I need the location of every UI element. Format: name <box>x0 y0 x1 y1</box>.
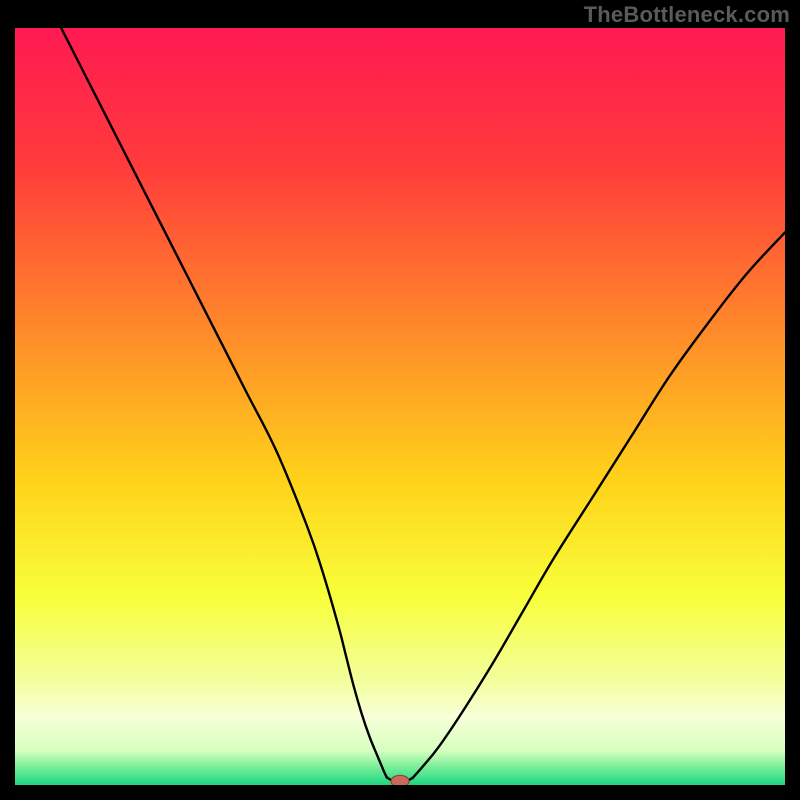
bottleneck-chart <box>15 28 785 785</box>
watermark-text: TheBottleneck.com <box>584 2 790 28</box>
gradient-background <box>15 28 785 785</box>
plot-area <box>15 28 785 785</box>
bottleneck-marker <box>391 775 409 785</box>
chart-frame: TheBottleneck.com <box>0 0 800 800</box>
